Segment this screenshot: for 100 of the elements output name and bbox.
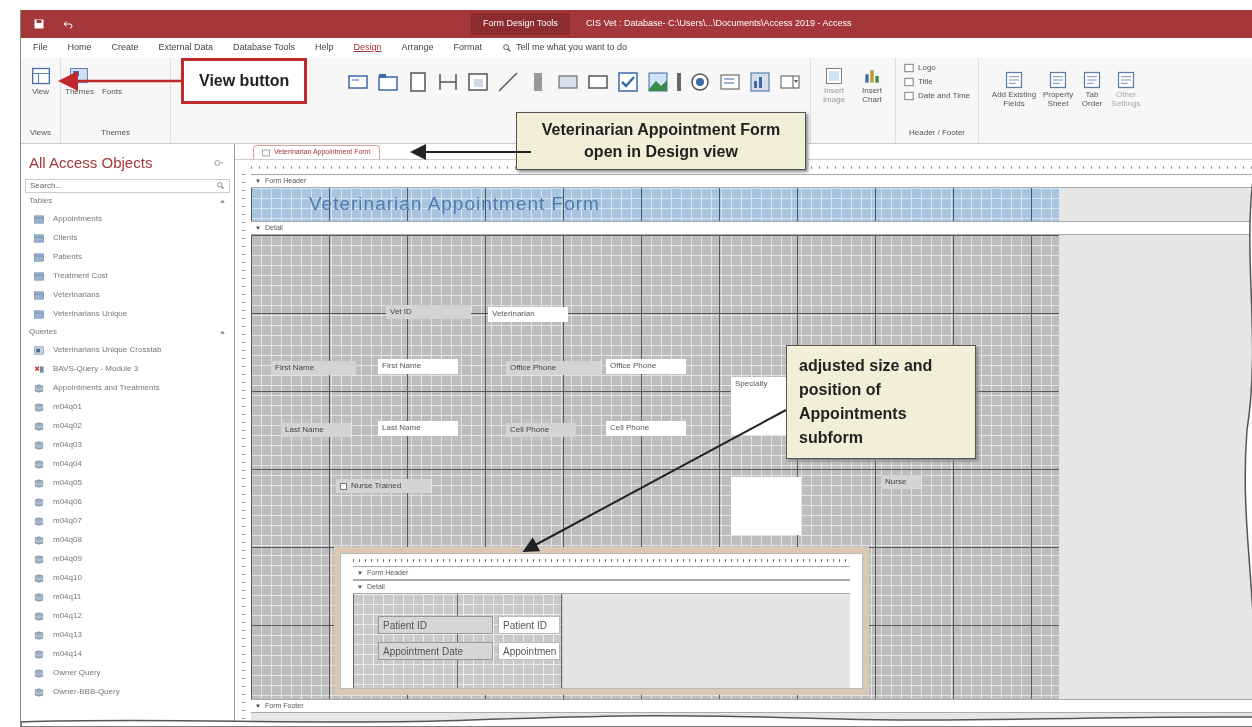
field-label: Office Phone xyxy=(506,361,601,375)
text-box-control[interactable] xyxy=(731,477,801,535)
image-icon xyxy=(824,66,844,86)
nav-item[interactable]: m04q02 xyxy=(21,416,234,436)
down-arrow-icon xyxy=(255,225,261,231)
query-icon xyxy=(33,496,45,508)
view-button[interactable]: View xyxy=(29,66,52,98)
callout: adjusted size and position of Appointments subform xyxy=(786,345,976,459)
query-icon xyxy=(33,572,45,584)
ribbon-tab[interactable]: Design xyxy=(353,41,382,55)
search-icon xyxy=(216,181,225,190)
nav-item[interactable]: m04q01 xyxy=(21,397,234,417)
checkbox-icon xyxy=(616,70,640,94)
nav-group-header[interactable]: Queries xyxy=(29,326,57,338)
text-box-control[interactable]: Veterinarian xyxy=(488,307,568,322)
nav-item[interactable]: m04q10 xyxy=(21,568,234,588)
ribbon-tab[interactable]: Help xyxy=(314,41,334,55)
text-box-control[interactable]: Appointmen xyxy=(498,642,560,660)
nav-item[interactable]: Veterinarians Unique xyxy=(21,304,234,324)
search-input[interactable]: Search... xyxy=(30,179,180,192)
nav-item[interactable]: Patients xyxy=(21,247,234,267)
nav-item[interactable]: Clients xyxy=(21,228,234,248)
text-box-control[interactable]: Patient ID xyxy=(498,616,560,634)
nav-item[interactable]: Appointments and Treatments xyxy=(21,378,234,398)
subform-icon xyxy=(466,70,490,94)
window-title: CIS Vet : Database- C:\Users\...\Documents\Access 2019 - Access xyxy=(585,17,852,31)
callout: View button xyxy=(181,58,308,104)
query-icon xyxy=(33,477,45,489)
text-box-control[interactable]: Office Phone xyxy=(606,359,686,374)
form-icon xyxy=(262,148,270,157)
tell-me-field[interactable]: Tell me what you want to do xyxy=(516,41,628,55)
down-arrow-icon xyxy=(357,570,363,576)
field-label: Nurse xyxy=(881,475,921,489)
nav-item[interactable]: m04q07 xyxy=(21,511,234,531)
ribbon-tab[interactable]: Create xyxy=(111,41,139,55)
down-arrow-icon xyxy=(255,703,261,709)
query-icon xyxy=(33,534,45,546)
query-icon xyxy=(33,667,45,679)
nav-item[interactable]: Veterinarians Unique Crosstab xyxy=(21,340,234,360)
field-label: Last Name xyxy=(281,423,351,437)
query-icon xyxy=(33,515,45,527)
nav-item[interactable]: m04q04 xyxy=(21,454,234,474)
ribbon-tab[interactable]: File xyxy=(33,41,48,55)
text-box-control[interactable]: First Name xyxy=(378,359,458,374)
nav-item[interactable]: m04q09 xyxy=(21,549,234,569)
field-label: Cell Phone xyxy=(506,423,576,437)
table-icon xyxy=(33,308,45,320)
save-icon xyxy=(33,18,45,30)
collapse-icon xyxy=(219,328,226,336)
query-icon xyxy=(33,439,45,451)
query-icon xyxy=(33,648,45,660)
nav-item[interactable]: m04q14 xyxy=(21,644,234,664)
table-icon xyxy=(33,213,45,225)
pane-title: All Access Objects xyxy=(29,153,153,173)
ribbon-tab[interactable]: Database Tools xyxy=(233,41,295,55)
date-time-button[interactable]: Date and Time xyxy=(904,90,971,102)
nav-group-header[interactable]: Tables xyxy=(29,195,53,207)
tab-order-button[interactable]: Tab Order xyxy=(1079,70,1106,143)
ribbon-tab[interactable]: Arrange xyxy=(401,41,434,55)
delete-query-icon xyxy=(33,363,45,375)
text-box-control[interactable]: Cell Phone xyxy=(606,421,686,436)
title-button[interactable]: Title xyxy=(904,76,971,88)
callout: Veterinarian Appointment Form open in Design view xyxy=(516,112,806,170)
query-icon xyxy=(33,382,45,394)
view-icon xyxy=(29,66,52,86)
field-label: Vet ID xyxy=(386,305,471,319)
nav-item[interactable]: m04q03 xyxy=(21,435,234,455)
fonts-button[interactable]: Fonts xyxy=(101,86,122,98)
nav-item[interactable]: m04q06 xyxy=(21,492,234,512)
nav-item[interactable]: Owner Query xyxy=(21,663,234,683)
nav-item[interactable]: m04q12 xyxy=(21,606,234,626)
table-icon xyxy=(33,232,45,244)
nav-item[interactable]: Owner-BBB-Query xyxy=(21,682,234,702)
query-icon xyxy=(33,629,45,641)
text-box-control[interactable]: Specialty xyxy=(731,377,786,435)
search-field[interactable]: Search... xyxy=(25,178,230,193)
nav-item[interactable]: Veterinarians xyxy=(21,285,234,305)
ribbon-tab[interactable]: Home xyxy=(67,41,92,55)
themes-button[interactable]: Themes xyxy=(65,66,94,98)
nav-item[interactable]: m04q05 xyxy=(21,473,234,493)
line-icon xyxy=(496,70,520,94)
query-icon xyxy=(33,401,45,413)
insert-chart-button[interactable]: Insert Chart xyxy=(857,66,887,143)
nav-item[interactable]: m04q08 xyxy=(21,530,234,550)
add-fields-button[interactable]: Add Existing Fields xyxy=(991,70,1038,143)
ribbon-tab[interactable]: Format xyxy=(453,41,483,55)
property-sheet-button[interactable]: Property Sheet xyxy=(1045,70,1072,143)
nav-item[interactable]: m04q11 xyxy=(21,587,234,607)
down-arrow-icon xyxy=(255,178,261,184)
crosstab-query-icon xyxy=(33,344,45,356)
checkbox-control[interactable]: Nurse Trained xyxy=(336,479,431,493)
query-icon xyxy=(33,458,45,470)
nav-item[interactable]: Treatment Cost xyxy=(21,266,234,286)
text-box-control[interactable]: Last Name xyxy=(378,421,458,436)
logo-button[interactable]: Logo xyxy=(904,62,971,74)
nav-item[interactable]: m04q13 xyxy=(21,625,234,645)
ribbon-tab[interactable]: External Data xyxy=(158,41,214,55)
bar-icon xyxy=(676,70,682,94)
nav-item[interactable]: BAVS-Query - Module 3 xyxy=(21,359,234,379)
nav-item[interactable]: Appointments xyxy=(21,209,234,229)
